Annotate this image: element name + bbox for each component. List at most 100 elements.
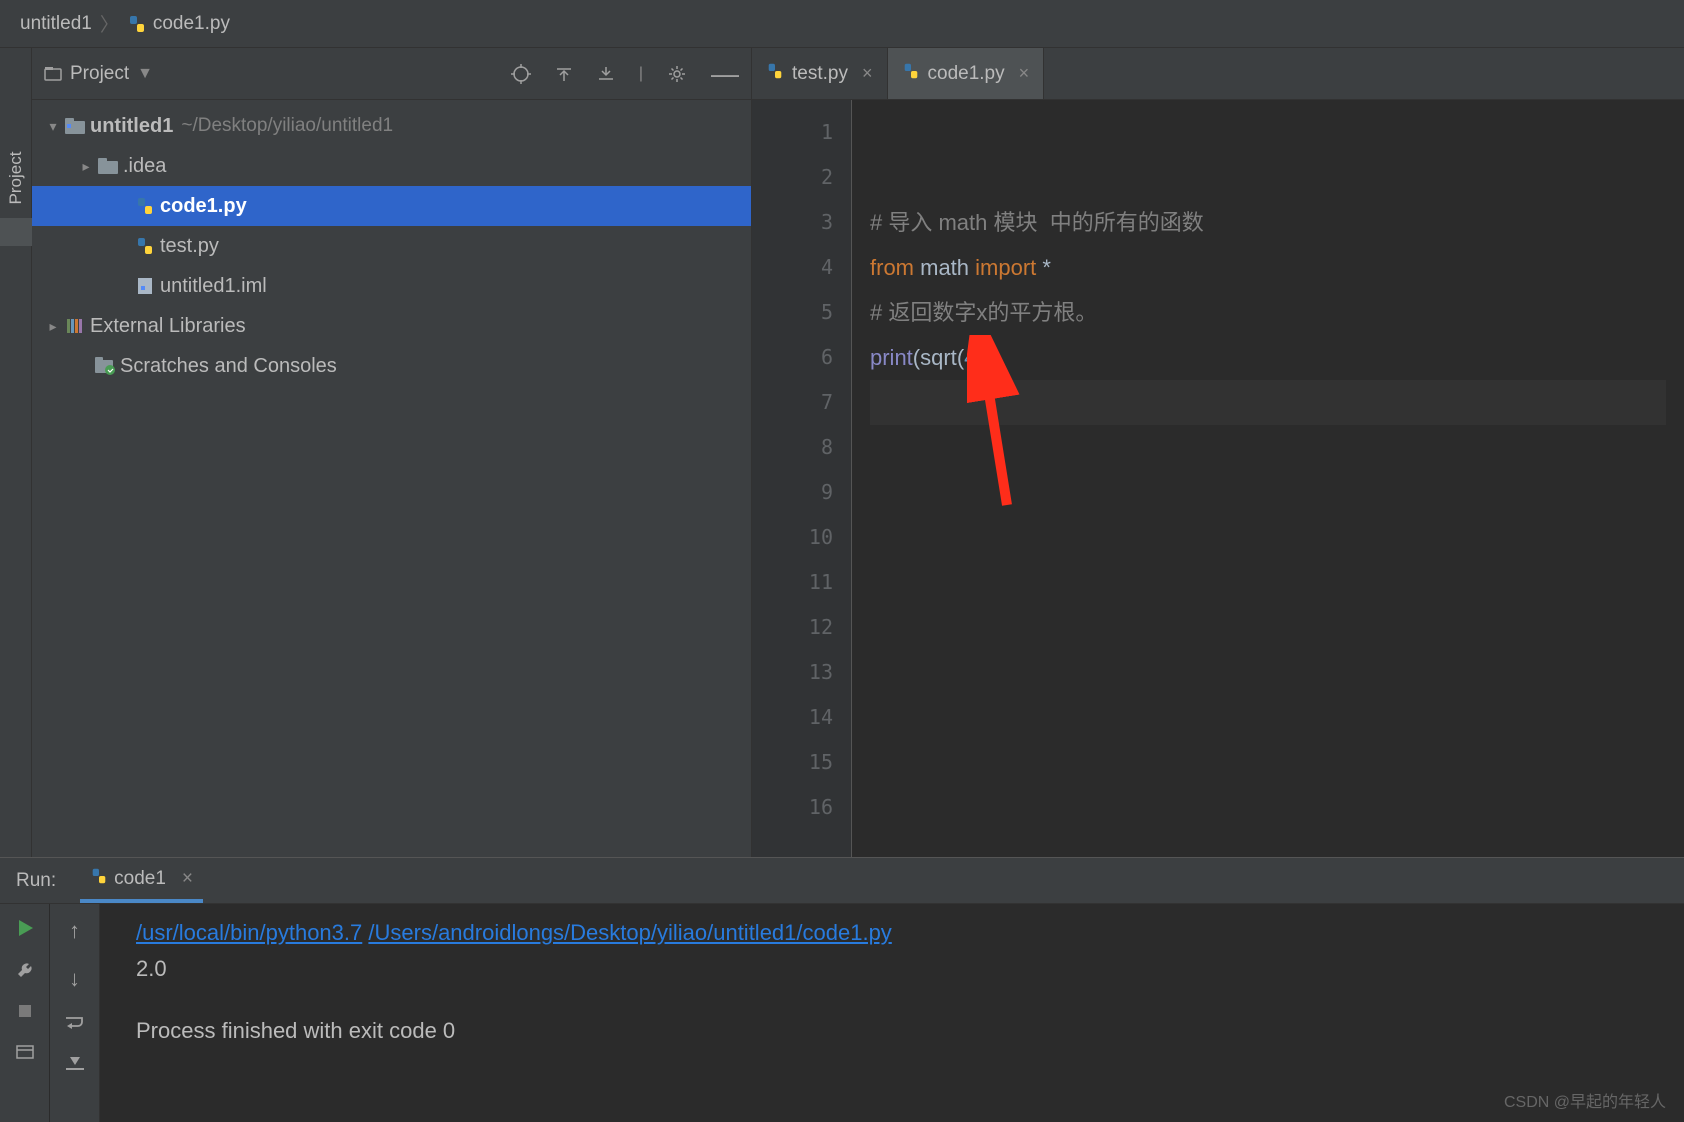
line-number: 3 — [752, 200, 851, 245]
python-file-icon — [902, 62, 920, 86]
close-icon[interactable]: × — [862, 63, 873, 84]
python-file-icon — [127, 14, 147, 34]
code-module: math — [920, 255, 969, 280]
tree-item-idea[interactable]: ▸ .idea — [32, 146, 751, 186]
console-result: 2.0 — [136, 956, 1648, 982]
scratches-icon — [92, 357, 118, 375]
editor-body: 1 2 3 4 5 6 7 8 9 10 11 12 13 14 15 16 # — [752, 100, 1684, 857]
tree-item-external-libs[interactable]: ▸ External Libraries — [32, 306, 751, 346]
editor-tabs: test.py × code1.py × — [752, 48, 1684, 100]
line-number: 14 — [752, 695, 851, 740]
sidebar-tab-project[interactable]: Project — [6, 152, 26, 205]
run-tab-label: code1 — [114, 868, 166, 890]
line-number: 8 — [752, 425, 851, 470]
locate-icon[interactable] — [511, 64, 531, 84]
code-number: 4 — [964, 345, 976, 370]
tree-root-label: untitled1 — [90, 115, 173, 138]
divider: | — [639, 65, 643, 83]
tree-item-code1[interactable]: code1.py — [32, 186, 751, 226]
line-number: 10 — [752, 515, 851, 560]
collapse-arrow-icon[interactable]: ▸ — [44, 318, 62, 335]
tree-item-label: test.py — [160, 235, 219, 258]
run-title: Run: — [16, 870, 56, 892]
libraries-icon — [62, 317, 88, 335]
tab-test-py[interactable]: test.py × — [752, 48, 888, 99]
editor-gutter[interactable]: 1 2 3 4 5 6 7 8 9 10 11 12 13 14 15 16 — [752, 100, 852, 857]
run-controls-secondary: ↑ ↓ — [50, 904, 100, 1122]
code-keyword: import — [975, 255, 1036, 280]
code-func: print — [870, 345, 913, 370]
collapse-arrow-icon[interactable]: ▸ — [77, 158, 95, 175]
tab-code1-py[interactable]: code1.py × — [888, 48, 1045, 99]
script-link[interactable]: /Users/androidlongs/Desktop/yiliao/untit… — [368, 920, 891, 945]
tree-root[interactable]: ▾ untitled1 ~/Desktop/yiliao/untitled1 — [32, 106, 751, 146]
collapse-all-icon[interactable] — [597, 65, 615, 83]
tree-item-iml[interactable]: untitled1.iml — [32, 266, 751, 306]
scroll-down-icon[interactable]: ↓ — [69, 966, 80, 992]
tree-root-path: ~/Desktop/yiliao/untitled1 — [181, 115, 393, 137]
tree-item-test[interactable]: test.py — [32, 226, 751, 266]
project-folder-icon — [62, 118, 88, 134]
line-number: 5 — [752, 290, 851, 335]
tab-label: test.py — [792, 63, 848, 85]
tab-label: code1.py — [928, 63, 1005, 85]
interpreter-link[interactable]: /usr/local/bin/python3.7 — [136, 920, 362, 945]
expand-arrow-icon[interactable]: ▾ — [44, 118, 62, 135]
tree-item-scratches[interactable]: Scratches and Consoles — [32, 346, 751, 386]
gear-icon[interactable] — [667, 64, 687, 84]
project-panel-title: Project — [70, 63, 129, 85]
dropdown-icon[interactable]: ▼ — [137, 65, 153, 83]
line-number: 9 — [752, 470, 851, 515]
code-comment: # 返回数字x的平方根。 — [870, 300, 1097, 325]
folder-icon — [95, 158, 121, 174]
code-comment: # 导入 math 模块 中的所有的函数 — [870, 210, 1204, 235]
console-command-line: /usr/local/bin/python3.7 /Users/androidl… — [136, 920, 1648, 946]
python-file-icon — [132, 236, 158, 256]
code-area[interactable]: # 导入 math 模块 中的所有的函数 from math import * … — [852, 100, 1684, 857]
line-number: 15 — [752, 740, 851, 785]
scroll-up-icon[interactable]: ↑ — [69, 918, 80, 944]
close-icon[interactable]: × — [1019, 63, 1030, 84]
breadcrumb-file[interactable]: code1.py — [153, 13, 230, 35]
sidebar-tab-indicator[interactable] — [0, 218, 32, 246]
line-number: 4 — [752, 245, 851, 290]
rerun-icon[interactable] — [15, 918, 35, 938]
wrench-icon[interactable] — [15, 960, 35, 980]
minimize-icon[interactable]: — — [711, 69, 739, 79]
tree-item-label: code1.py — [160, 195, 247, 218]
breadcrumb-separator: 〉 — [100, 10, 119, 37]
line-number: 2 — [752, 155, 851, 200]
line-number: 6 — [752, 335, 851, 380]
code-star: * — [1042, 255, 1051, 280]
project-panel-header: Project ▼ | — — [32, 48, 751, 100]
console-exit: Process finished with exit code 0 — [136, 1018, 1648, 1044]
run-tab-code1[interactable]: code1 × — [80, 858, 203, 903]
line-number: 12 — [752, 605, 851, 650]
project-panel: Project ▼ | — ▾ untitled1 ~/Desktop/yili… — [32, 48, 752, 857]
scroll-to-end-icon[interactable] — [64, 1054, 86, 1072]
stop-icon[interactable] — [16, 1002, 34, 1020]
project-icon — [44, 65, 62, 83]
editor-panel: test.py × code1.py × 1 2 3 4 5 6 7 8 9 1… — [752, 48, 1684, 857]
console-output[interactable]: /usr/local/bin/python3.7 /Users/androidl… — [100, 904, 1684, 1122]
code-func: sqrt — [920, 345, 957, 370]
line-number: 11 — [752, 560, 851, 605]
line-number: 16 — [752, 785, 851, 830]
python-file-icon — [766, 62, 784, 86]
tree-item-label: .idea — [123, 155, 166, 178]
project-tree[interactable]: ▾ untitled1 ~/Desktop/yiliao/untitled1 ▸… — [32, 100, 751, 857]
python-file-icon — [132, 196, 158, 216]
close-icon[interactable]: × — [182, 868, 193, 890]
layout-icon[interactable] — [15, 1042, 35, 1062]
run-controls-primary — [0, 904, 50, 1122]
breadcrumb: untitled1 〉 code1.py — [0, 0, 1684, 48]
expand-all-icon[interactable] — [555, 65, 573, 83]
line-number: 7 — [752, 380, 851, 425]
breadcrumb-root[interactable]: untitled1 — [20, 13, 92, 35]
tree-item-label: untitled1.iml — [160, 275, 267, 298]
soft-wrap-icon[interactable] — [64, 1014, 86, 1032]
tool-window-bar-left: Project — [0, 48, 32, 857]
python-file-icon — [90, 867, 108, 891]
tree-item-label: External Libraries — [90, 315, 246, 338]
watermark: CSDN @早起的年轻人 — [1504, 1088, 1666, 1112]
